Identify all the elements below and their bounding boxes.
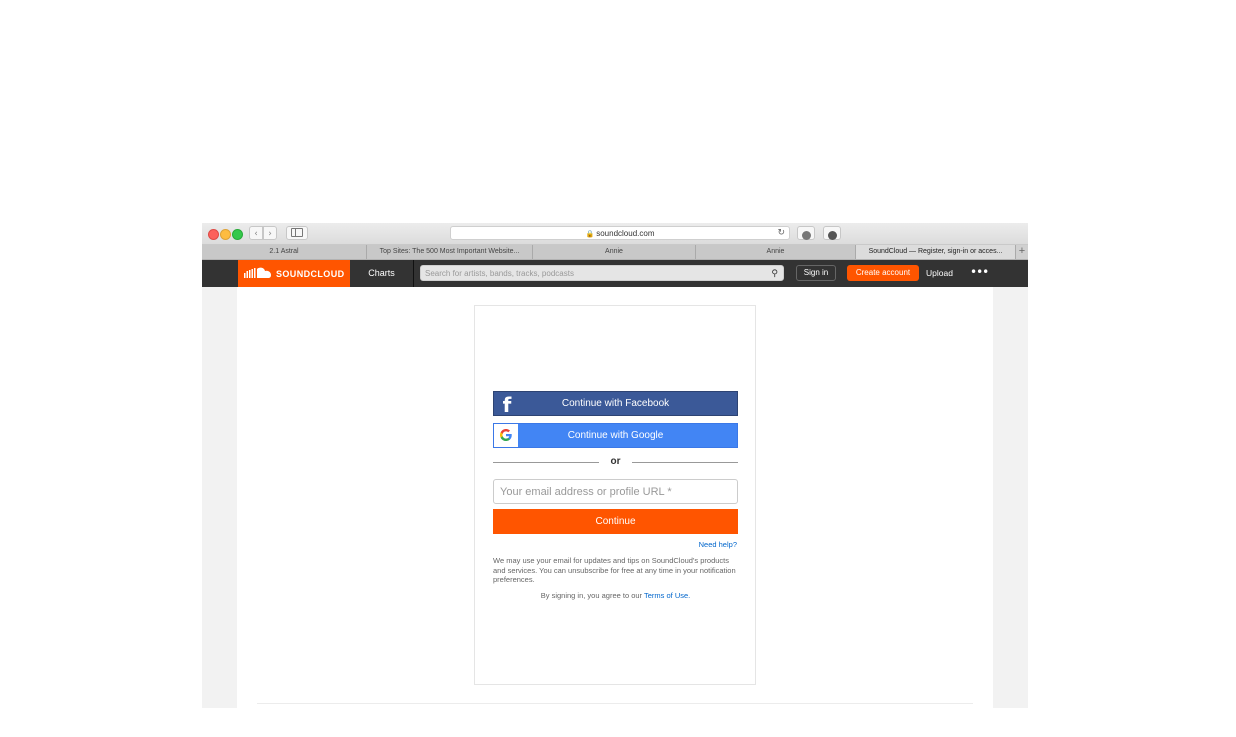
browser-toolbar: ‹ › 🔒 soundcloud.com ↻	[202, 223, 1028, 245]
tab-bar: 2.1 Astral Top Sites: The 500 Most Impor…	[202, 245, 1028, 260]
facebook-button-label: Continue with Facebook	[561, 398, 670, 409]
divider-line-right	[632, 462, 738, 463]
lock-icon: 🔒	[585, 230, 595, 238]
close-window-button[interactable]	[208, 229, 219, 240]
search-placeholder: Search for artists, bands, tracks, podca…	[425, 269, 574, 278]
upload-link[interactable]: Upload	[926, 260, 953, 287]
terms-of-use-link[interactable]: Terms of Use.	[644, 591, 690, 600]
grammarly-extension-button[interactable]	[823, 226, 841, 240]
tab-astral[interactable]: 2.1 Astral	[202, 245, 367, 259]
search-input[interactable]: Search for artists, bands, tracks, podca…	[420, 265, 784, 281]
continue-button[interactable]: Continue	[493, 509, 738, 534]
google-button-label: Continue with Google	[567, 430, 664, 441]
search-icon[interactable]: ⚲	[771, 267, 778, 282]
or-divider: or	[493, 456, 738, 470]
new-tab-button[interactable]: +	[1016, 245, 1028, 259]
browser-window: ‹ › 🔒 soundcloud.com ↻ 2.1 Astral Top Sit…	[202, 223, 1028, 708]
adblock-extension-button[interactable]	[797, 226, 815, 240]
address-text: soundcloud.com	[596, 229, 655, 238]
facebook-icon: f	[502, 393, 512, 417]
terms-notice: By signing in, you agree to our Terms of…	[493, 591, 738, 600]
minimize-window-button[interactable]	[220, 229, 231, 240]
sidebar-toggle-button[interactable]	[286, 226, 308, 240]
soundcloud-logo-text: SOUNDCLOUD	[276, 269, 345, 279]
need-help-link[interactable]: Need help?	[699, 540, 737, 549]
nav-charts[interactable]: Charts	[350, 260, 414, 287]
page-content: f Continue with Facebook Continue with G…	[237, 287, 993, 708]
soundcloud-logo[interactable]: SOUNDCLOUD	[238, 260, 350, 287]
continue-with-facebook-button[interactable]: f Continue with Facebook	[493, 391, 738, 417]
tab-soundcloud[interactable]: SoundCloud — Register, sign-in or acces.…	[856, 245, 1016, 259]
footer-divider	[257, 703, 973, 704]
create-account-button[interactable]: Create account	[847, 265, 919, 281]
sidebar-icon	[291, 228, 303, 237]
tab-annie-2[interactable]: Annie	[696, 245, 856, 259]
sign-in-button[interactable]: Sign in	[796, 265, 836, 281]
forward-button[interactable]: ›	[263, 226, 277, 240]
more-menu-icon[interactable]: •••	[970, 260, 989, 287]
terms-prefix: By signing in, you agree to our	[540, 591, 643, 600]
tab-annie-1[interactable]: Annie	[533, 245, 696, 259]
soundcloud-cloud-icon	[244, 267, 271, 278]
address-bar[interactable]: 🔒 soundcloud.com ↻	[450, 226, 790, 240]
back-button[interactable]: ‹	[249, 226, 263, 240]
tab-top-sites[interactable]: Top Sites: The 500 Most Important Websit…	[367, 245, 533, 259]
login-card: f Continue with Facebook Continue with G…	[474, 305, 756, 685]
soundcloud-header: SOUNDCLOUD Charts Search for artists, ba…	[202, 260, 1028, 287]
email-disclaimer: We may use your email for updates and ti…	[493, 556, 736, 585]
adblock-icon	[801, 231, 811, 240]
continue-with-google-button[interactable]: Continue with Google	[493, 423, 738, 448]
email-input[interactable]	[493, 479, 738, 504]
reload-icon[interactable]: ↻	[777, 227, 785, 240]
google-icon	[494, 424, 518, 447]
zoom-window-button[interactable]	[232, 229, 243, 240]
grammarly-icon	[827, 231, 837, 240]
